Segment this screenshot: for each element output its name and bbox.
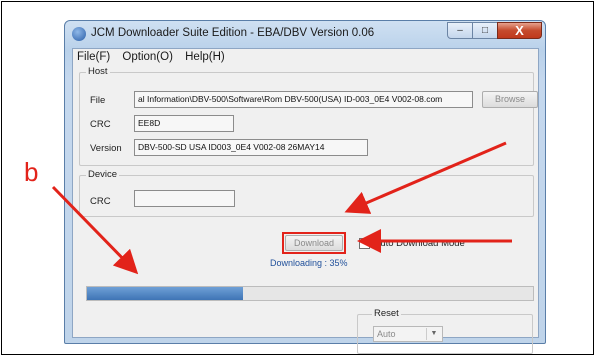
device-crc-field	[134, 190, 235, 207]
progress-fill	[87, 287, 244, 300]
device-crc-label: CRC	[90, 196, 111, 207]
reset-group: Reset Auto ▼	[357, 308, 533, 354]
title-bar[interactable]: JCM Downloader Suite Edition - EBA/DBV V…	[65, 21, 545, 47]
close-button[interactable]: X	[497, 22, 542, 39]
version-field: DBV-500-SD USA ID003_0E4 V002-08 26MAY14	[134, 139, 368, 156]
chevron-down-icon: ▼	[426, 328, 441, 340]
device-group-label: Device	[86, 169, 120, 180]
host-group: Host File al Information\DBV-500\Softwar…	[79, 66, 538, 166]
version-label: Version	[90, 143, 122, 154]
download-status: Downloading : 35%	[270, 258, 348, 268]
app-window: JCM Downloader Suite Edition - EBA/DBV V…	[64, 20, 546, 354]
host-crc-field: EE8D	[134, 115, 234, 132]
menu-bar: File(F) Option(O) Help(H)	[73, 49, 538, 66]
device-group: Device CRC	[79, 169, 534, 217]
menu-file[interactable]: File(F)	[77, 49, 110, 65]
menu-option[interactable]: Option(O)	[122, 49, 173, 65]
auto-download-label: Auto Download Mode	[374, 238, 465, 249]
minimize-button[interactable]: –	[447, 22, 473, 39]
client-area: File(F) Option(O) Help(H) Host File al I…	[72, 48, 539, 354]
auto-download-checkbox[interactable]	[359, 238, 370, 249]
progress-bar	[86, 286, 534, 301]
reset-select[interactable]: Auto ▼	[373, 326, 443, 342]
host-group-label: Host	[86, 66, 110, 77]
reset-select-value: Auto	[377, 329, 396, 339]
reset-group-label: Reset	[372, 308, 401, 319]
browse-button[interactable]: Browse	[482, 91, 538, 108]
window-title: JCM Downloader Suite Edition - EBA/DBV V…	[91, 27, 375, 39]
maximize-button[interactable]: □	[472, 22, 498, 39]
app-icon	[72, 27, 86, 41]
file-path-field[interactable]: al Information\DBV-500\Software\Rom DBV-…	[134, 91, 473, 108]
annotation-label-b: b	[24, 157, 39, 187]
download-button[interactable]: Download	[285, 235, 343, 251]
file-label: File	[90, 95, 106, 106]
host-crc-label: CRC	[90, 119, 111, 130]
menu-help[interactable]: Help(H)	[185, 49, 225, 65]
